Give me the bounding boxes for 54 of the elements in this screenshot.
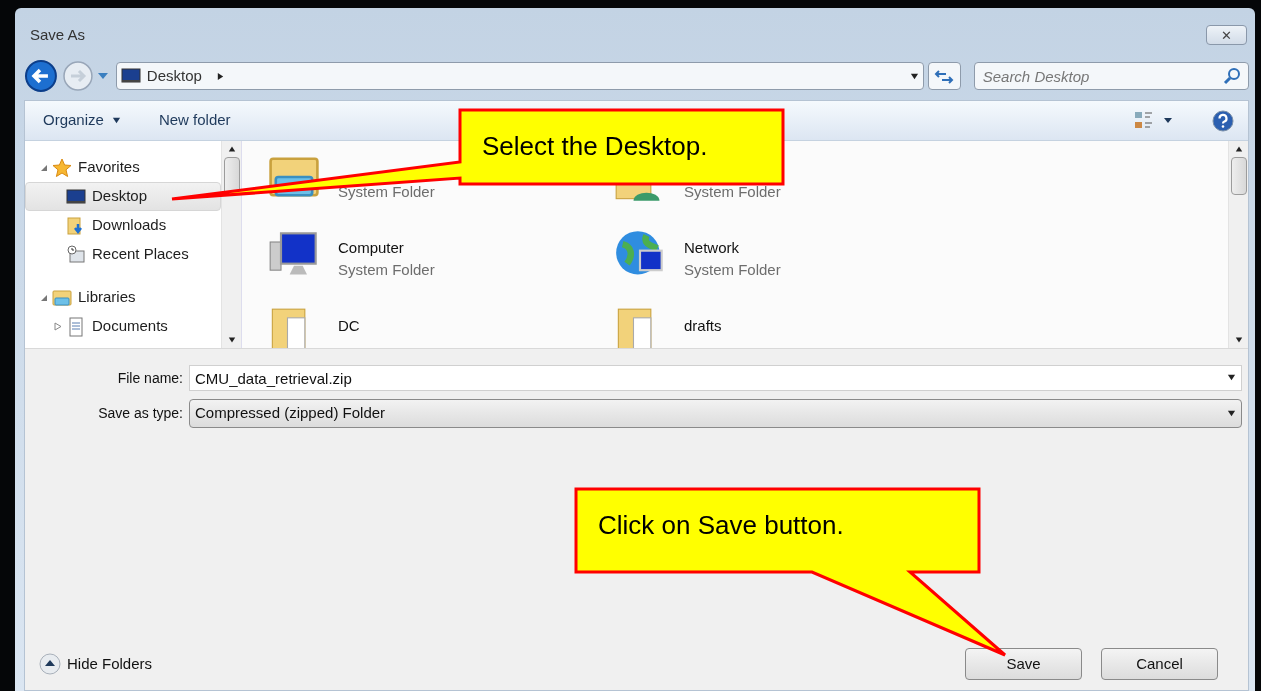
scrollbar[interactable] <box>1228 141 1248 348</box>
caret-icon <box>111 116 121 125</box>
dropdown-arrow-icon[interactable] <box>1227 373 1236 382</box>
nav-item[interactable]: Documents <box>25 312 221 341</box>
file-type: System Folder <box>338 182 435 202</box>
file-type: System Folder <box>684 260 781 280</box>
expanded-triangle-icon[interactable] <box>40 163 48 172</box>
search-field[interactable]: Search Desktop <box>973 62 1249 90</box>
nav-item[interactable]: Favorites <box>25 153 221 182</box>
nav-item[interactable]: Desktop <box>25 182 221 211</box>
clock-computer-icon <box>66 244 86 265</box>
scroll-up-arrow-icon[interactable] <box>227 145 236 153</box>
star-icon <box>52 157 72 178</box>
hide-folders-button[interactable]: Hide Folders <box>39 652 153 676</box>
dropdown-arrow-icon[interactable] <box>1227 409 1236 418</box>
nav-item[interactable]: Downloads <box>25 211 221 240</box>
cancel-button[interactable]: Cancel <box>1101 648 1218 680</box>
organize-menu[interactable]: Organize <box>39 106 125 135</box>
dropdown-arrow-icon[interactable] <box>909 71 919 81</box>
nav-item[interactable]: Libraries <box>25 283 221 312</box>
search-icon[interactable] <box>1223 67 1241 85</box>
scrollbar[interactable] <box>221 141 241 348</box>
file-type-dropdown[interactable]: Compressed (zipped) Folder <box>189 399 1242 428</box>
save-button[interactable]: Save <box>965 648 1082 680</box>
refresh-arrows-icon[interactable] <box>934 68 955 84</box>
file-type: System Folder <box>684 182 781 202</box>
monitor-icon <box>120 66 141 86</box>
library-folder-icon <box>52 287 72 308</box>
document-icon <box>66 316 86 337</box>
new-folder-button[interactable]: New folder <box>154 106 235 135</box>
window-title: Save As <box>30 24 86 45</box>
help-icon[interactable] <box>1212 109 1234 132</box>
file-name[interactable]: Computer <box>338 237 435 259</box>
expanded-triangle-icon[interactable] <box>40 293 48 302</box>
file-type: System Folder <box>338 260 435 280</box>
scroll-up-arrow-icon[interactable] <box>1234 145 1243 153</box>
file-name[interactable]: drafts <box>684 315 722 337</box>
nav-item[interactable]: Recent Places <box>25 240 221 269</box>
file-name-field[interactable]: CMU_data_retrieval.zip <box>189 365 1242 391</box>
scrollbar-thumb[interactable] <box>1230 157 1247 195</box>
monitor-icon <box>66 186 86 207</box>
close-button[interactable]: ✕ <box>1206 25 1247 45</box>
field-label: Save as type: <box>97 404 184 423</box>
collapsed-triangle-icon[interactable] <box>54 322 62 331</box>
refresh-button[interactable] <box>927 62 961 90</box>
scroll-down-arrow-icon[interactable] <box>1234 336 1243 344</box>
scroll-down-arrow-icon[interactable] <box>227 336 236 344</box>
file-name[interactable]: DC <box>338 315 360 337</box>
callout-text: Click on Save button. <box>598 509 844 542</box>
address-bar[interactable]: Desktop <box>115 62 924 90</box>
field-label: File name: <box>116 368 184 388</box>
callout-text: Select the Desktop. <box>482 130 708 163</box>
breadcrumb-arrow-icon[interactable] <box>215 71 225 81</box>
file-name[interactable]: Network <box>684 237 781 259</box>
